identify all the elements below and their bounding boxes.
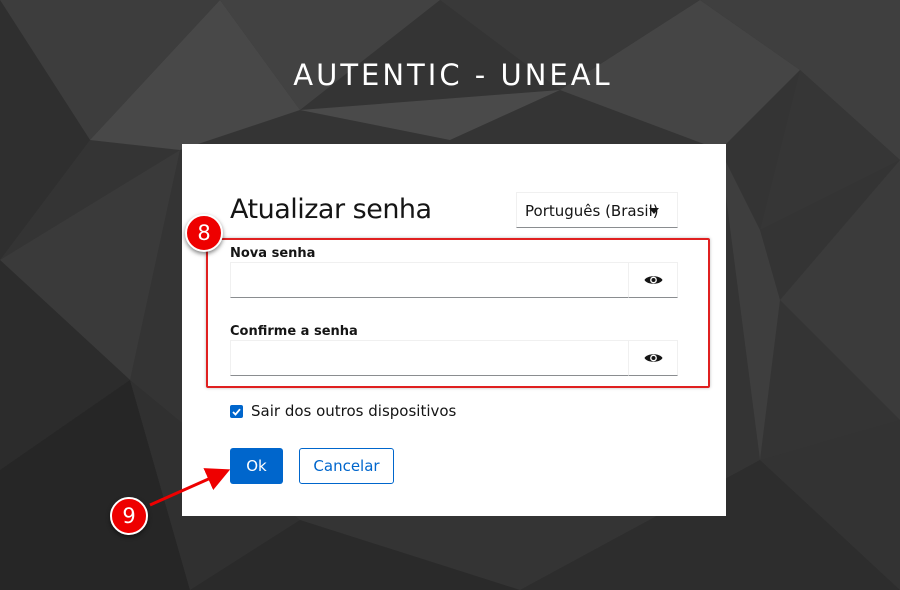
new-password-input[interactable] [230,262,628,298]
caret-down-icon [649,208,659,214]
login-card: Atualizar senha Português (Brasil) Nova … [182,144,726,516]
eye-icon [644,276,662,284]
realm-title: AUTENTIC - UNEAL [293,58,613,92]
ok-button[interactable]: Ok [230,448,283,484]
cancel-button[interactable]: Cancelar [299,448,394,484]
confirm-password-label: Confirme a senha [230,324,358,339]
logout-others-label[interactable]: Sair dos outros dispositivos [251,402,456,420]
language-select[interactable]: Português (Brasil) [516,192,678,228]
language-selected-value: Português (Brasil) [525,202,659,220]
logout-others-checkbox[interactable] [230,405,243,418]
step-badge-8: 8 [185,214,223,252]
page-title: Atualizar senha [230,194,432,225]
step-badge-9: 9 [110,497,148,535]
show-new-password-button[interactable] [628,262,678,298]
new-password-label: Nova senha [230,246,316,261]
check-icon [232,408,241,416]
eye-icon [644,354,662,362]
confirm-password-input[interactable] [230,340,628,376]
show-confirm-password-button[interactable] [628,340,678,376]
